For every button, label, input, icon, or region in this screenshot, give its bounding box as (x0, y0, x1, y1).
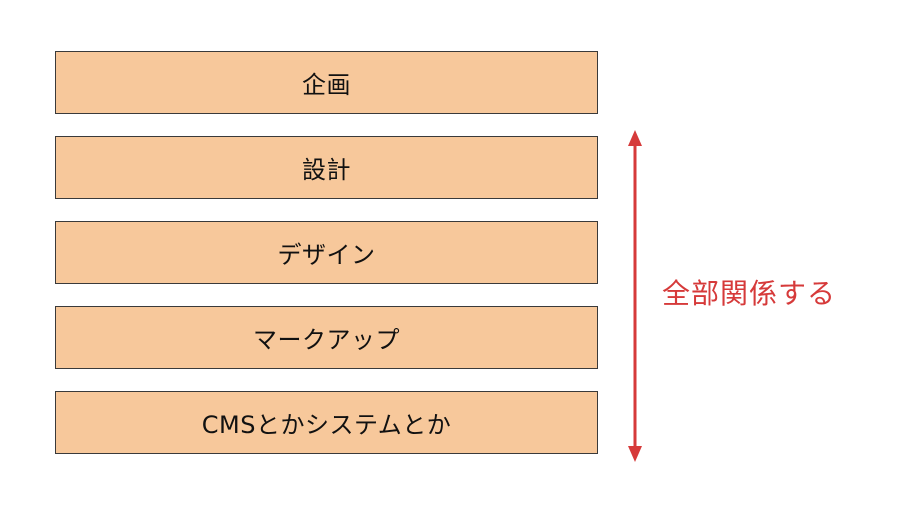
step-label-planning: 企画 (302, 71, 351, 99)
process-diagram: 企画 設計 デザイン マークアップ CMSとかシステムとか 全部関係する (0, 0, 897, 505)
step-label-design: デザイン (277, 241, 376, 269)
double-headed-arrow-icon (628, 130, 642, 462)
step-box-cms-system: CMSとかシステムとか (55, 391, 598, 454)
arrow-label: 全部関係する (662, 277, 837, 310)
step-label-markup: マークアップ (253, 326, 400, 354)
step-label-architecture: 設計 (302, 156, 351, 184)
step-box-design: デザイン (55, 221, 598, 284)
step-label-cms-system: CMSとかシステムとか (201, 411, 452, 439)
step-box-architecture: 設計 (55, 136, 598, 199)
step-box-planning: 企画 (55, 51, 598, 114)
step-box-markup: マークアップ (55, 306, 598, 369)
